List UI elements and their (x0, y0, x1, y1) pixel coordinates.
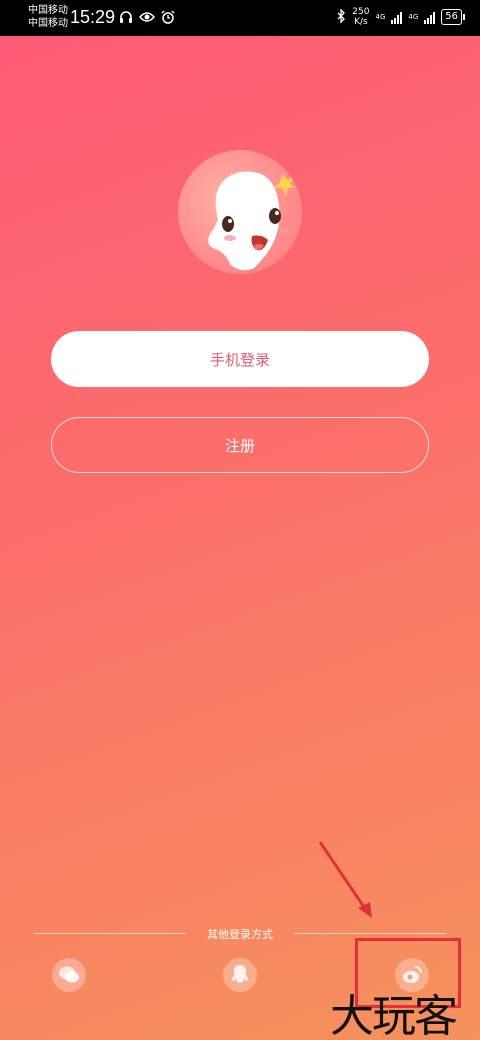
carrier-2: 中国移动 (28, 18, 68, 29)
status-bar: 中国移动 中国移动 15:29 250 K/s 4G 4G 56 (0, 0, 480, 36)
eye-icon (139, 9, 155, 25)
other-login-label: 其他登录方式 (207, 928, 273, 941)
divider-line-right (294, 933, 446, 934)
bluetooth-icon (336, 7, 346, 26)
alarm-icon (160, 9, 176, 25)
net-speed-value: 250 (352, 7, 370, 17)
phone-login-button[interactable]: 手机登录 (51, 331, 429, 387)
net-speed-unit: K/s (354, 17, 368, 27)
mascot-icon (208, 171, 296, 271)
qq-icon (232, 965, 248, 983)
network-type-1: 4G (375, 13, 386, 21)
network-type-2: 4G (408, 13, 419, 21)
status-icons-right: 250 K/s 4G 4G 56 (336, 7, 465, 27)
headphones-icon (118, 9, 134, 25)
wechat-icon (59, 966, 79, 983)
watermark: 大玩客 (330, 991, 458, 1040)
register-button[interactable]: 注册 (51, 417, 429, 473)
battery-icon: 56 (441, 9, 465, 25)
status-icons-left (118, 9, 176, 25)
signal-icon (391, 10, 403, 24)
annotation-arrow (318, 841, 372, 918)
app-logo (178, 150, 302, 274)
divider-line-left (34, 933, 186, 934)
wechat-login-button[interactable] (52, 958, 86, 992)
clock: 15:29 (70, 7, 116, 27)
carrier-info: 中国移动 中国移动 (28, 4, 68, 30)
network-speed: 250 K/s (352, 7, 369, 27)
carrier-1: 中国移动 (28, 5, 68, 16)
signal-icon-2 (424, 10, 436, 24)
qq-login-button[interactable] (223, 958, 257, 992)
